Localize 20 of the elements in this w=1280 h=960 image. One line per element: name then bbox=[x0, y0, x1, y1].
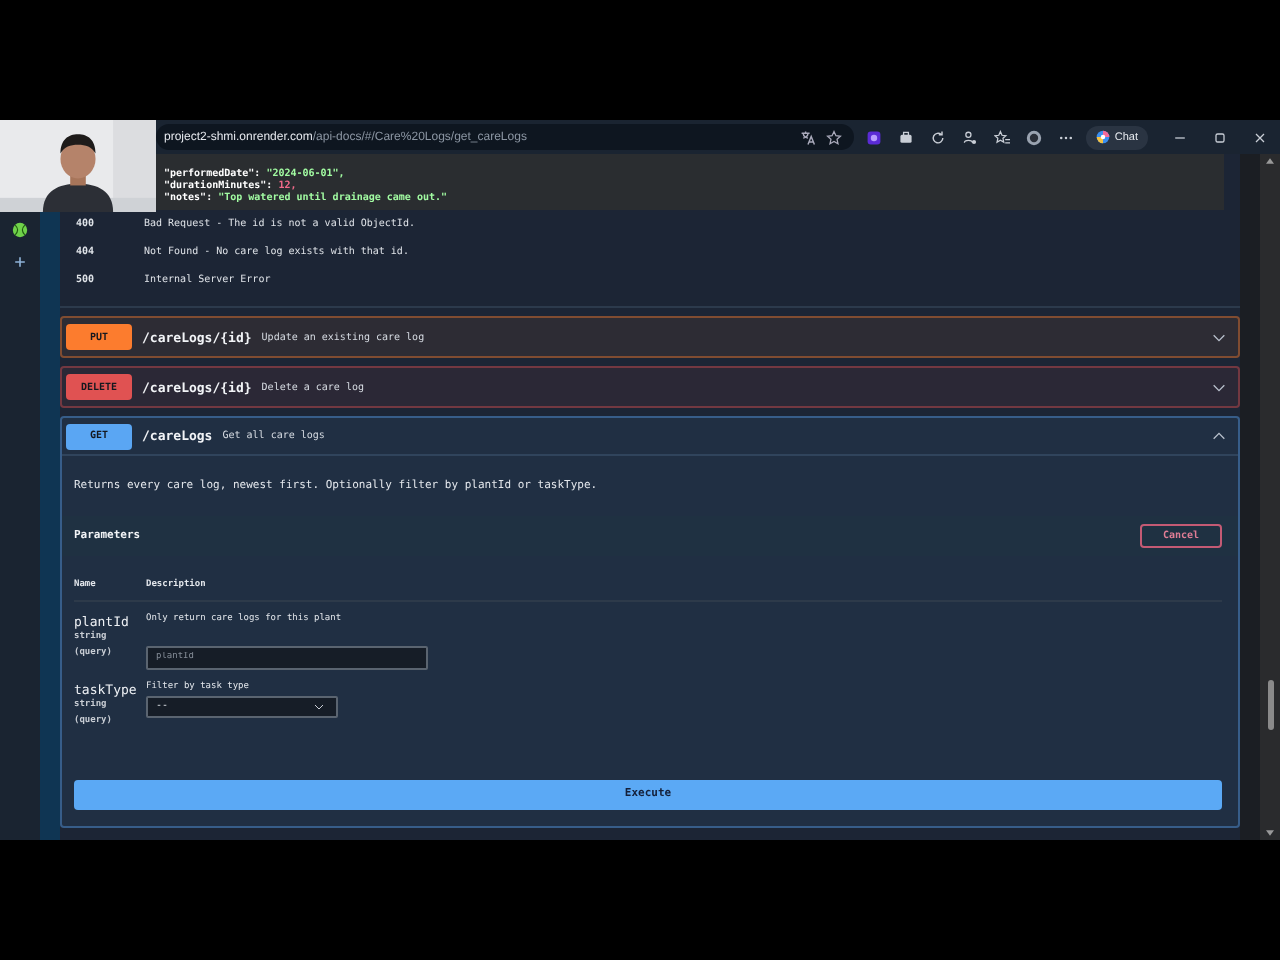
chevron-up-icon[interactable] bbox=[1212, 432, 1226, 440]
chevron-down-icon[interactable] bbox=[1212, 383, 1226, 391]
translate-icon[interactable] bbox=[800, 129, 817, 145]
chevron-down-icon[interactable] bbox=[1212, 333, 1226, 341]
maximize-icon[interactable] bbox=[1212, 129, 1228, 145]
star-icon[interactable] bbox=[826, 129, 843, 145]
scroll-up-icon[interactable] bbox=[1266, 158, 1274, 164]
refresh-icon[interactable] bbox=[930, 129, 947, 145]
scrollbar[interactable] bbox=[1260, 154, 1280, 840]
close-icon[interactable] bbox=[1252, 129, 1268, 145]
chevron-down-icon bbox=[314, 703, 324, 709]
scroll-down-icon[interactable] bbox=[1266, 830, 1274, 836]
profile-switch-icon[interactable] bbox=[962, 129, 979, 145]
add-icon[interactable] bbox=[12, 254, 28, 270]
extension-icon[interactable] bbox=[866, 129, 883, 145]
favorites-icon[interactable] bbox=[994, 129, 1011, 145]
tennis-ball-icon[interactable] bbox=[12, 222, 28, 238]
avatar-icon[interactable] bbox=[1026, 129, 1043, 145]
copilot-icon bbox=[1096, 130, 1111, 144]
briefcase-icon[interactable] bbox=[898, 129, 915, 145]
